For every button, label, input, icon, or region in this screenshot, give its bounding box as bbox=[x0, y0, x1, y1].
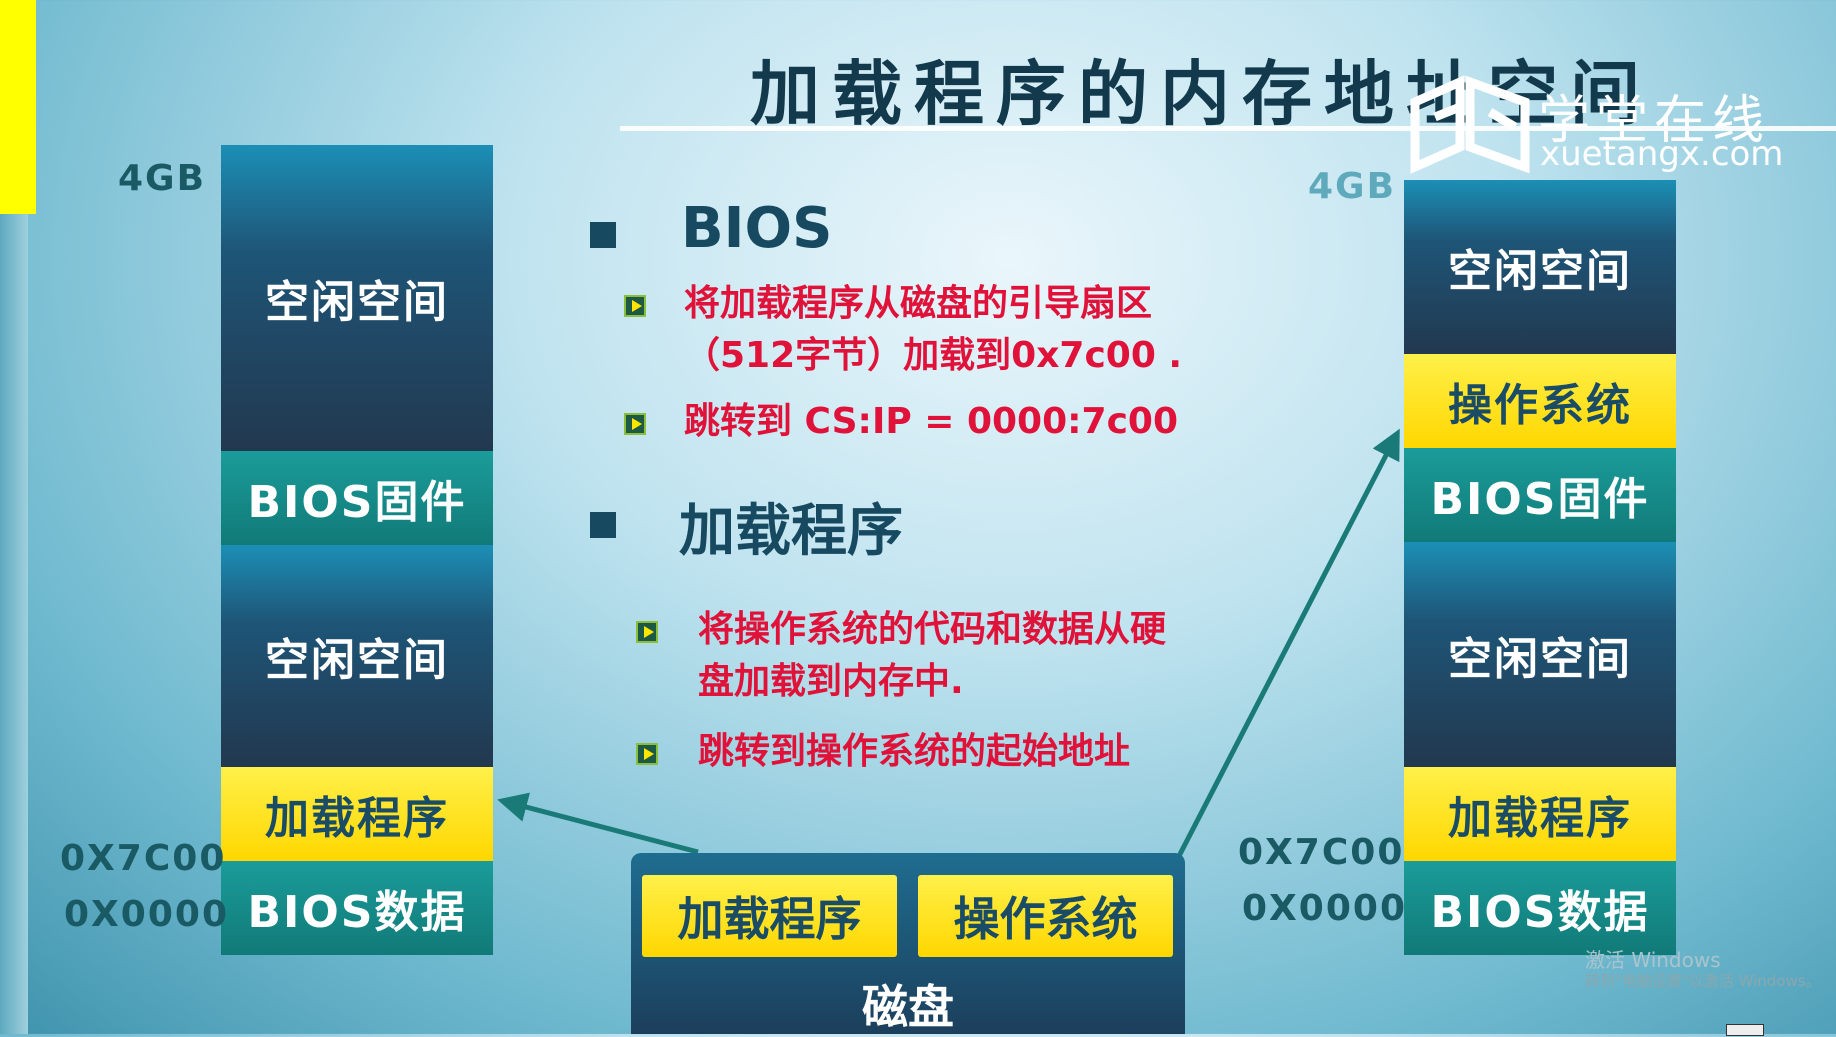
disk-os-block: 操作系统 bbox=[918, 875, 1173, 957]
activation-watermark-subtitle: 转到"电脑设置"以激活 Windows。 bbox=[1585, 972, 1821, 990]
arrow-disk-to-loader bbox=[497, 792, 699, 855]
disk-label: 磁盘 bbox=[862, 980, 954, 1034]
arrow-disk-to-os bbox=[1175, 428, 1400, 860]
disk-loader-block: 加载程序 bbox=[642, 875, 897, 957]
corner-widget bbox=[1726, 1024, 1764, 1036]
disk-box: 加载程序 操作系统 磁盘 bbox=[631, 853, 1185, 1034]
activation-watermark-title: 激活 Windows bbox=[1585, 948, 1721, 972]
